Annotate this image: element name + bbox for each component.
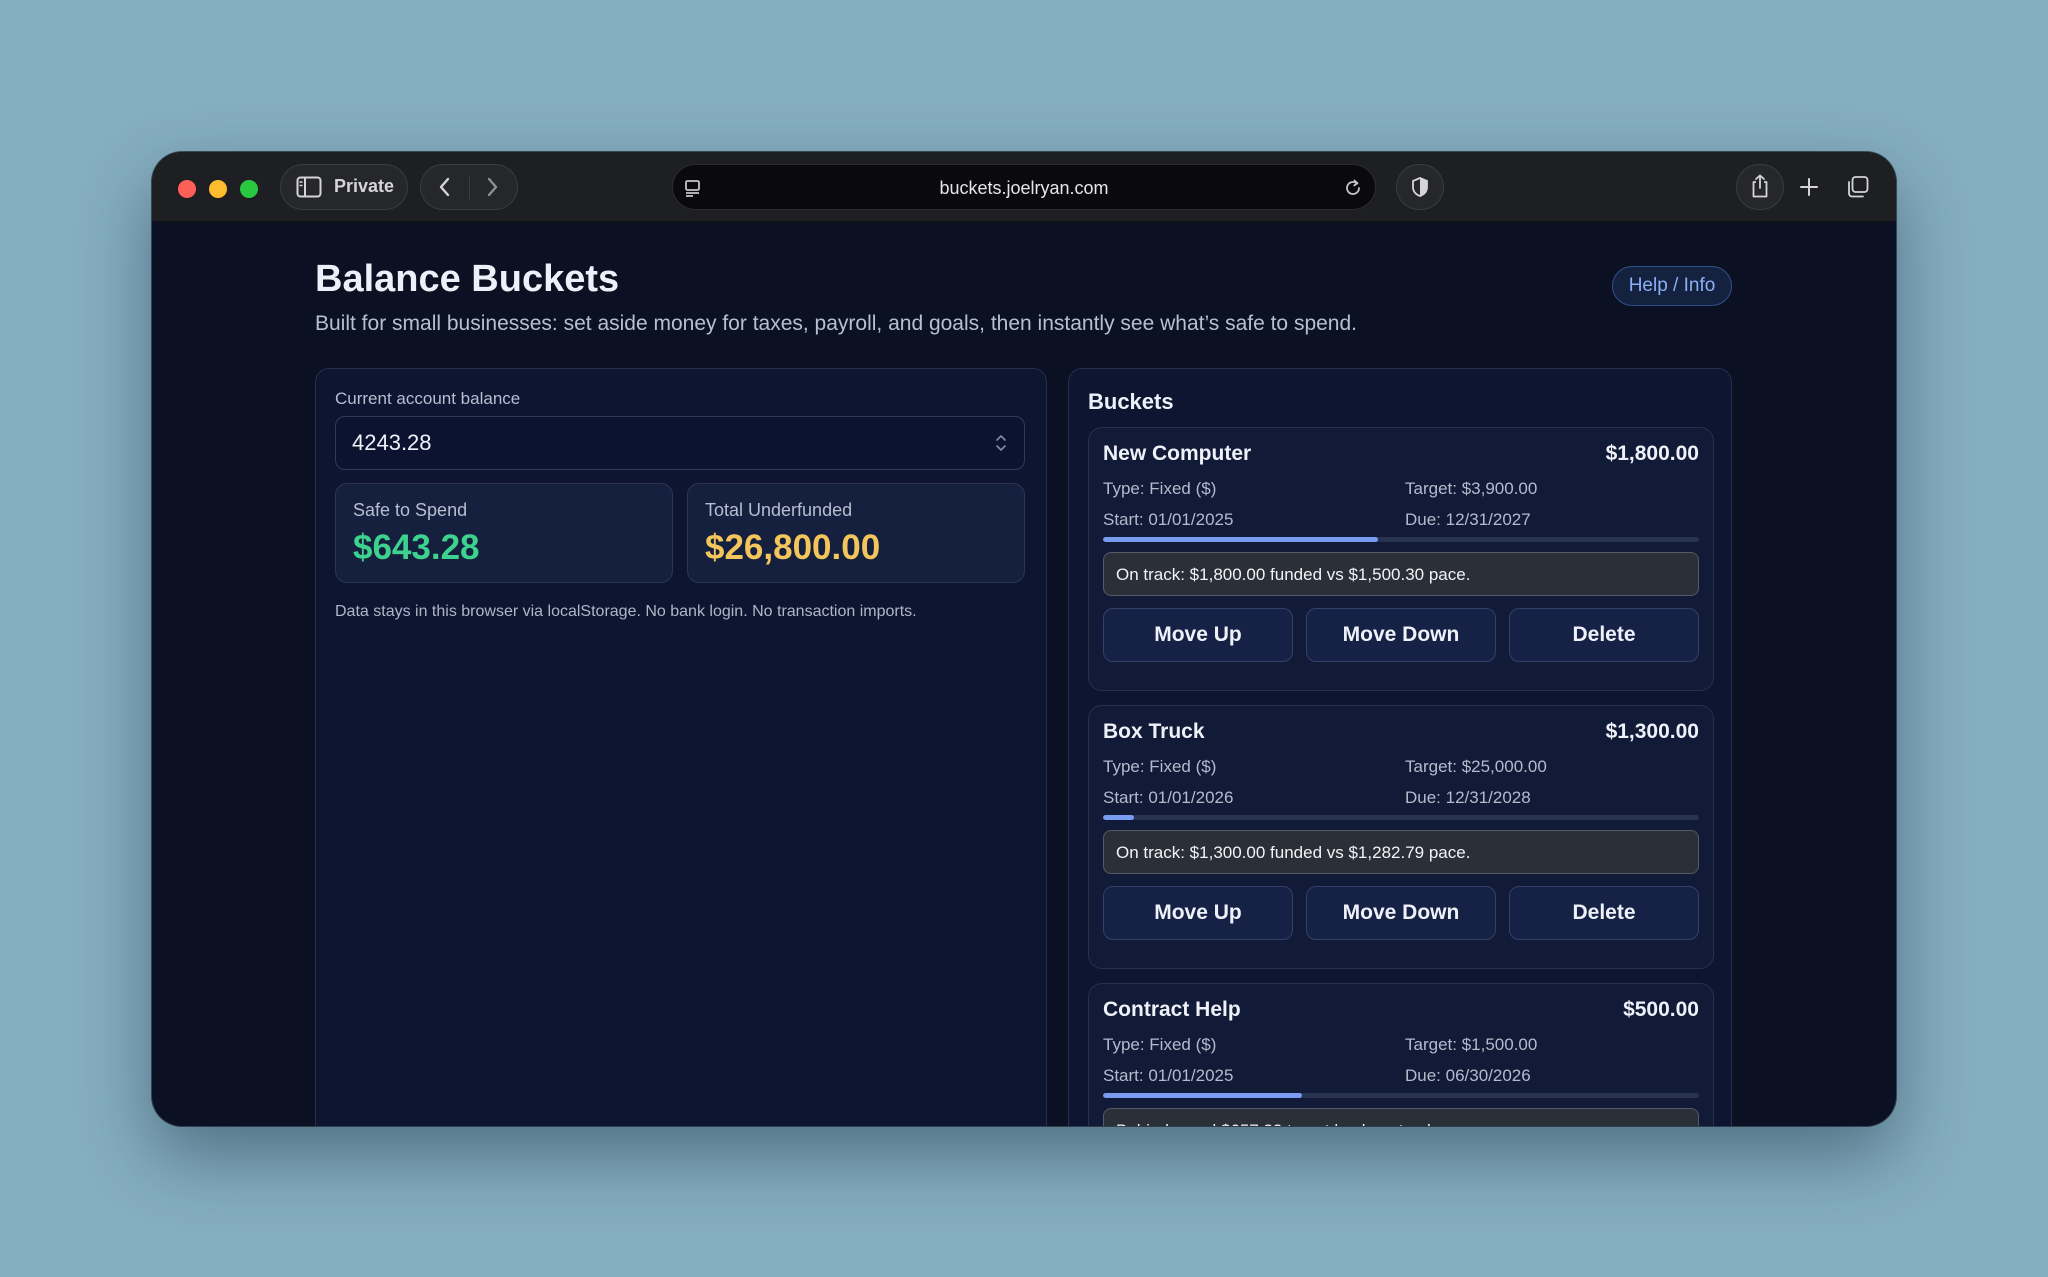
total-underfunded-label: Total Underfunded (705, 500, 853, 520)
move-up-button[interactable]: Move Up (1103, 608, 1293, 662)
bucket-progress-fill (1103, 537, 1379, 542)
shield-icon[interactable] (1410, 176, 1430, 198)
page-title: Balance Buckets (315, 258, 620, 300)
bucket-due: Due: 06/30/2026 (1405, 1066, 1531, 1085)
reload-icon[interactable] (1343, 178, 1363, 198)
bucket-due: Due: 12/31/2027 (1405, 510, 1531, 529)
number-stepper-icon[interactable] (994, 432, 1008, 454)
bucket-progress-bar (1103, 815, 1699, 820)
page-subtitle: Built for small businesses: set aside mo… (315, 312, 1358, 335)
navigation-buttons (420, 164, 518, 210)
new-tab-icon[interactable] (1798, 176, 1820, 198)
safe-to-spend-label: Safe to Spend (353, 500, 468, 520)
bucket-card: Contract Help $500.00 Type: Fixed ($) Ta… (1088, 983, 1714, 1126)
bucket-target: Target: $25,000.00 (1405, 757, 1547, 776)
address-bar[interactable]: buckets.joelryan.com (672, 164, 1376, 210)
move-down-button[interactable]: Move Down (1306, 886, 1496, 940)
url-text: buckets.joelryan.com (939, 178, 1109, 198)
bucket-progress-bar (1103, 537, 1699, 542)
bucket-progress-fill (1103, 815, 1134, 820)
total-underfunded-value: $26,800.00 (705, 528, 881, 567)
bucket-target: Target: $1,500.00 (1405, 1035, 1538, 1054)
help-info-button[interactable]: Help / Info (1612, 266, 1732, 306)
bucket-target: Target: $3,900.00 (1405, 479, 1538, 498)
tab-overview-icon[interactable] (1845, 174, 1871, 200)
balance-label: Current account balance (335, 389, 521, 408)
bucket-name: Box Truck (1103, 720, 1205, 743)
browser-window: Private buckets.joelryan.com Balance Buc… (152, 152, 1896, 1126)
bucket-start: Start: 01/01/2025 (1103, 510, 1234, 529)
bucket-progress-fill (1103, 1093, 1302, 1098)
balance-input[interactable] (335, 416, 1025, 470)
bucket-type: Type: Fixed ($) (1103, 1035, 1217, 1054)
bucket-name: New Computer (1103, 442, 1252, 465)
bucket-amount: $1,300.00 (1605, 720, 1699, 743)
private-label: Private (334, 176, 395, 196)
zoom-window-button[interactable] (240, 180, 258, 198)
bucket-due: Due: 12/31/2028 (1405, 788, 1531, 807)
sidebar-icon[interactable] (296, 176, 322, 198)
page-content: Balance Buckets Built for small business… (152, 222, 1896, 1126)
bucket-card: Box Truck $1,300.00 Type: Fixed ($) Targ… (1088, 705, 1714, 969)
back-chevron-icon[interactable] (437, 176, 453, 198)
safe-to-spend-value: $643.28 (353, 528, 480, 567)
buckets-title: Buckets (1088, 389, 1174, 414)
bucket-name: Contract Help (1103, 998, 1241, 1021)
balance-panel: Current account balance Safe to Spend $6… (315, 368, 1047, 1126)
delete-button[interactable]: Delete (1509, 608, 1699, 662)
minimize-window-button[interactable] (209, 180, 227, 198)
close-window-button[interactable] (178, 180, 196, 198)
privacy-footnote: Data stays in this browser via localStor… (335, 603, 917, 620)
bucket-card: New Computer $1,800.00 Type: Fixed ($) T… (1088, 427, 1714, 691)
bucket-status: On track: $1,800.00 funded vs $1,500.30 … (1103, 552, 1699, 596)
move-down-button[interactable]: Move Down (1306, 608, 1496, 662)
bucket-amount: $500.00 (1623, 998, 1699, 1021)
bucket-type: Type: Fixed ($) (1103, 757, 1217, 776)
bucket-amount: $1,800.00 (1605, 442, 1699, 465)
total-underfunded-card: Total Underfunded $26,800.00 (687, 483, 1025, 583)
safe-to-spend-card: Safe to Spend $643.28 (335, 483, 673, 583)
buckets-panel: Buckets New Computer $1,800.00 Type: Fix… (1068, 368, 1732, 1126)
bucket-status: Behind: need $657.33 to get back on trac… (1103, 1108, 1699, 1126)
bucket-status: On track: $1,300.00 funded vs $1,282.79 … (1103, 830, 1699, 874)
bucket-start: Start: 01/01/2025 (1103, 1066, 1234, 1085)
delete-button[interactable]: Delete (1509, 886, 1699, 940)
bucket-type: Type: Fixed ($) (1103, 479, 1217, 498)
share-icon[interactable] (1750, 173, 1770, 199)
browser-toolbar: Private buckets.joelryan.com (152, 152, 1896, 222)
move-up-button[interactable]: Move Up (1103, 886, 1293, 940)
bucket-start: Start: 01/01/2026 (1103, 788, 1234, 807)
bucket-progress-bar (1103, 1093, 1699, 1098)
forward-chevron-icon[interactable] (484, 176, 500, 198)
